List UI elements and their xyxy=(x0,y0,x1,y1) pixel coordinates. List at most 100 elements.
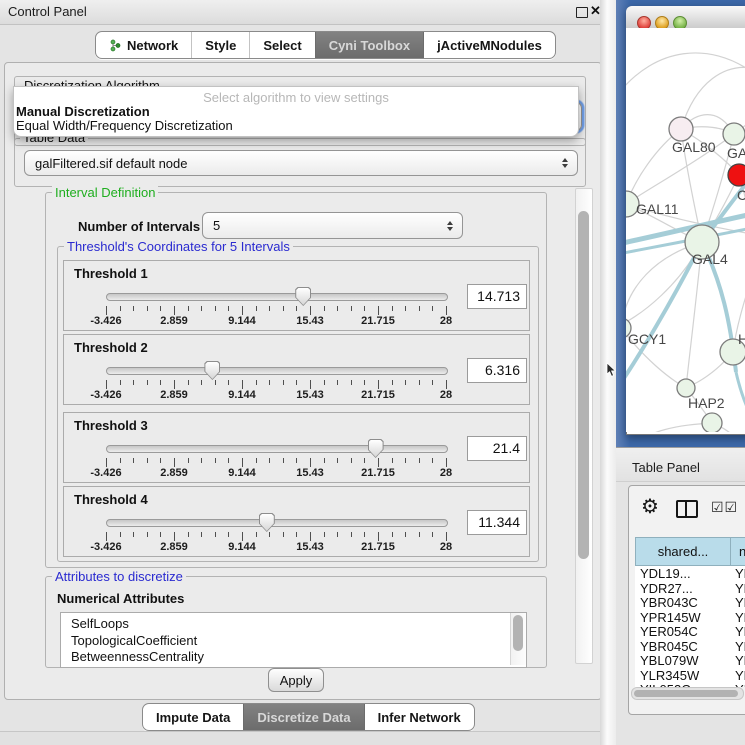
table-horizontal-scrollbar-thumb[interactable] xyxy=(634,690,738,697)
tab-jactivemnodules[interactable]: jActiveMNodules xyxy=(423,32,555,58)
bottom-tabbar: Impute DataDiscretize DataInfer Network xyxy=(142,703,475,731)
table-row[interactable]: YDR27...YDR2 xyxy=(635,581,745,596)
threshold-value-field[interactable]: 6.316 xyxy=(467,358,527,383)
threshold-value-field[interactable]: 11.344 xyxy=(467,510,527,535)
tick xyxy=(106,306,107,315)
node-selected-red[interactable] xyxy=(728,164,745,186)
combo-arrows-icon xyxy=(447,221,453,231)
threshold-slider[interactable] xyxy=(106,519,448,527)
tick xyxy=(324,532,325,537)
gear-icon[interactable]: ⚙ xyxy=(641,497,659,517)
panel-scrollbar-thumb[interactable] xyxy=(578,211,589,559)
interval-definition-title: Interval Definition xyxy=(52,186,158,199)
node-top-right[interactable] xyxy=(723,123,745,145)
table-row[interactable]: YDL19...YDL1 xyxy=(635,566,745,581)
network-canvas[interactable]: GAL80GACGAL11GAL4GCY1HHAP2 xyxy=(626,28,745,432)
tick xyxy=(256,532,257,537)
node-bottom[interactable] xyxy=(702,413,722,432)
scale-label: 9.144 xyxy=(228,389,256,401)
tick xyxy=(147,306,148,311)
scale-label: 2.859 xyxy=(160,541,188,553)
scale-label: 15.43 xyxy=(296,315,324,327)
tab-impute-data[interactable]: Impute Data xyxy=(143,704,243,730)
table-row[interactable]: YBR043CYBR0 xyxy=(635,595,745,610)
bottom-strip xyxy=(0,732,612,745)
apply-button[interactable]: Apply xyxy=(268,668,324,692)
tab-style[interactable]: Style xyxy=(191,32,249,58)
table-cell-name: YBR0 xyxy=(735,595,745,610)
tick xyxy=(392,532,393,537)
column-header-shared[interactable]: shared... xyxy=(635,537,731,566)
threshold-value-field[interactable]: 21.4 xyxy=(467,436,527,461)
tab-label: Network xyxy=(127,38,178,53)
tick xyxy=(324,306,325,311)
table-row[interactable]: YBL079WYBL0 xyxy=(635,653,745,668)
tick xyxy=(351,380,352,385)
tab-select[interactable]: Select xyxy=(249,32,314,58)
node-label: GAL4 xyxy=(692,251,728,267)
threshold-panel: Threshold 4-3.4262.8599.14415.4321.71528… xyxy=(63,486,530,557)
tick xyxy=(215,306,216,311)
table-row[interactable]: YPR145WYPR1 xyxy=(635,610,745,625)
attribute-item[interactable]: BetweennessCentrality xyxy=(71,649,204,664)
tick xyxy=(324,380,325,385)
tab-infer-network[interactable]: Infer Network xyxy=(364,704,474,730)
scale-label: 28 xyxy=(440,541,452,553)
scale-label: -3.426 xyxy=(90,541,121,553)
attribute-item[interactable]: SelfLoops xyxy=(71,616,129,631)
table-data-combobox[interactable]: galFiltered.sif default node xyxy=(24,150,578,176)
tick xyxy=(242,532,243,541)
attributes-group-title: Attributes to discretize xyxy=(52,570,186,583)
tick xyxy=(242,458,243,467)
app-window: Control Panel ✕ NetworkStyleSelectCyni T… xyxy=(0,0,745,745)
threshold-slider[interactable] xyxy=(106,293,448,301)
node-gal80[interactable] xyxy=(669,117,693,141)
tab-cyni-toolbox[interactable]: Cyni Toolbox xyxy=(315,32,423,58)
list-scrollbar[interactable] xyxy=(510,613,526,665)
combo-arrows-icon xyxy=(562,158,568,168)
algorithm-option[interactable]: Manual Discretization xyxy=(16,104,150,119)
table-row[interactable]: YER054CYER0 xyxy=(635,624,745,639)
threshold-value-field[interactable]: 14.713 xyxy=(467,284,527,309)
threshold-label: Threshold 3 xyxy=(74,418,148,433)
scale-label: 21.715 xyxy=(361,541,395,553)
tab-discretize-data[interactable]: Discretize Data xyxy=(243,704,363,730)
table-row[interactable]: YLR345WYLR3 xyxy=(635,668,745,683)
threshold-slider[interactable] xyxy=(106,367,448,375)
scale-label: -3.426 xyxy=(90,467,121,479)
algorithm-hint: Select algorithm to view settings xyxy=(14,90,578,105)
tick xyxy=(188,532,189,537)
tick xyxy=(324,458,325,463)
tick xyxy=(120,532,121,537)
checkbox-icons[interactable]: ☑☑ xyxy=(711,499,738,516)
table-row[interactable]: YBR045C YBR0 xyxy=(635,639,745,654)
tick xyxy=(242,306,243,315)
tab-network[interactable]: Network xyxy=(96,32,191,58)
tick xyxy=(106,532,107,541)
split-table-icon[interactable] xyxy=(676,500,698,518)
float-panel-icon[interactable] xyxy=(576,7,588,18)
tick xyxy=(364,306,365,311)
list-scrollbar-thumb[interactable] xyxy=(513,615,523,651)
attribute-item[interactable]: TopologicalCoefficient xyxy=(71,633,197,648)
table-cell-name: YBR0 xyxy=(735,639,745,654)
tick xyxy=(147,380,148,385)
number-of-intervals-combobox[interactable]: 5 xyxy=(202,212,463,239)
tick xyxy=(188,458,189,463)
tab-label: jActiveMNodules xyxy=(437,38,542,53)
numerical-attributes-list[interactable]: SelfLoops TopologicalCoefficientBetweenne… xyxy=(60,612,527,668)
threshold-slider[interactable] xyxy=(106,445,448,453)
column-header-name[interactable]: n xyxy=(730,537,745,566)
node-table[interactable]: YDL19...YDL1YDR27...YDR2YBR043CYBR0YPR14… xyxy=(635,566,745,687)
tick xyxy=(337,458,338,463)
algorithm-option[interactable]: Equal Width/Frequency Discretization xyxy=(16,118,233,133)
panel-scrollbar[interactable] xyxy=(575,188,593,664)
tick xyxy=(133,458,134,463)
table-cell-shared-name: YBR045C xyxy=(640,639,698,654)
network-graph: GAL80GACGAL11GAL4GCY1HHAP2 xyxy=(626,28,745,432)
table-horizontal-scrollbar[interactable] xyxy=(631,687,744,700)
tick xyxy=(364,532,365,537)
scale-label: 2.859 xyxy=(160,315,188,327)
tick xyxy=(392,306,393,311)
thresholds-group-title: Threshold's Coordinates for 5 Intervals xyxy=(64,240,293,253)
